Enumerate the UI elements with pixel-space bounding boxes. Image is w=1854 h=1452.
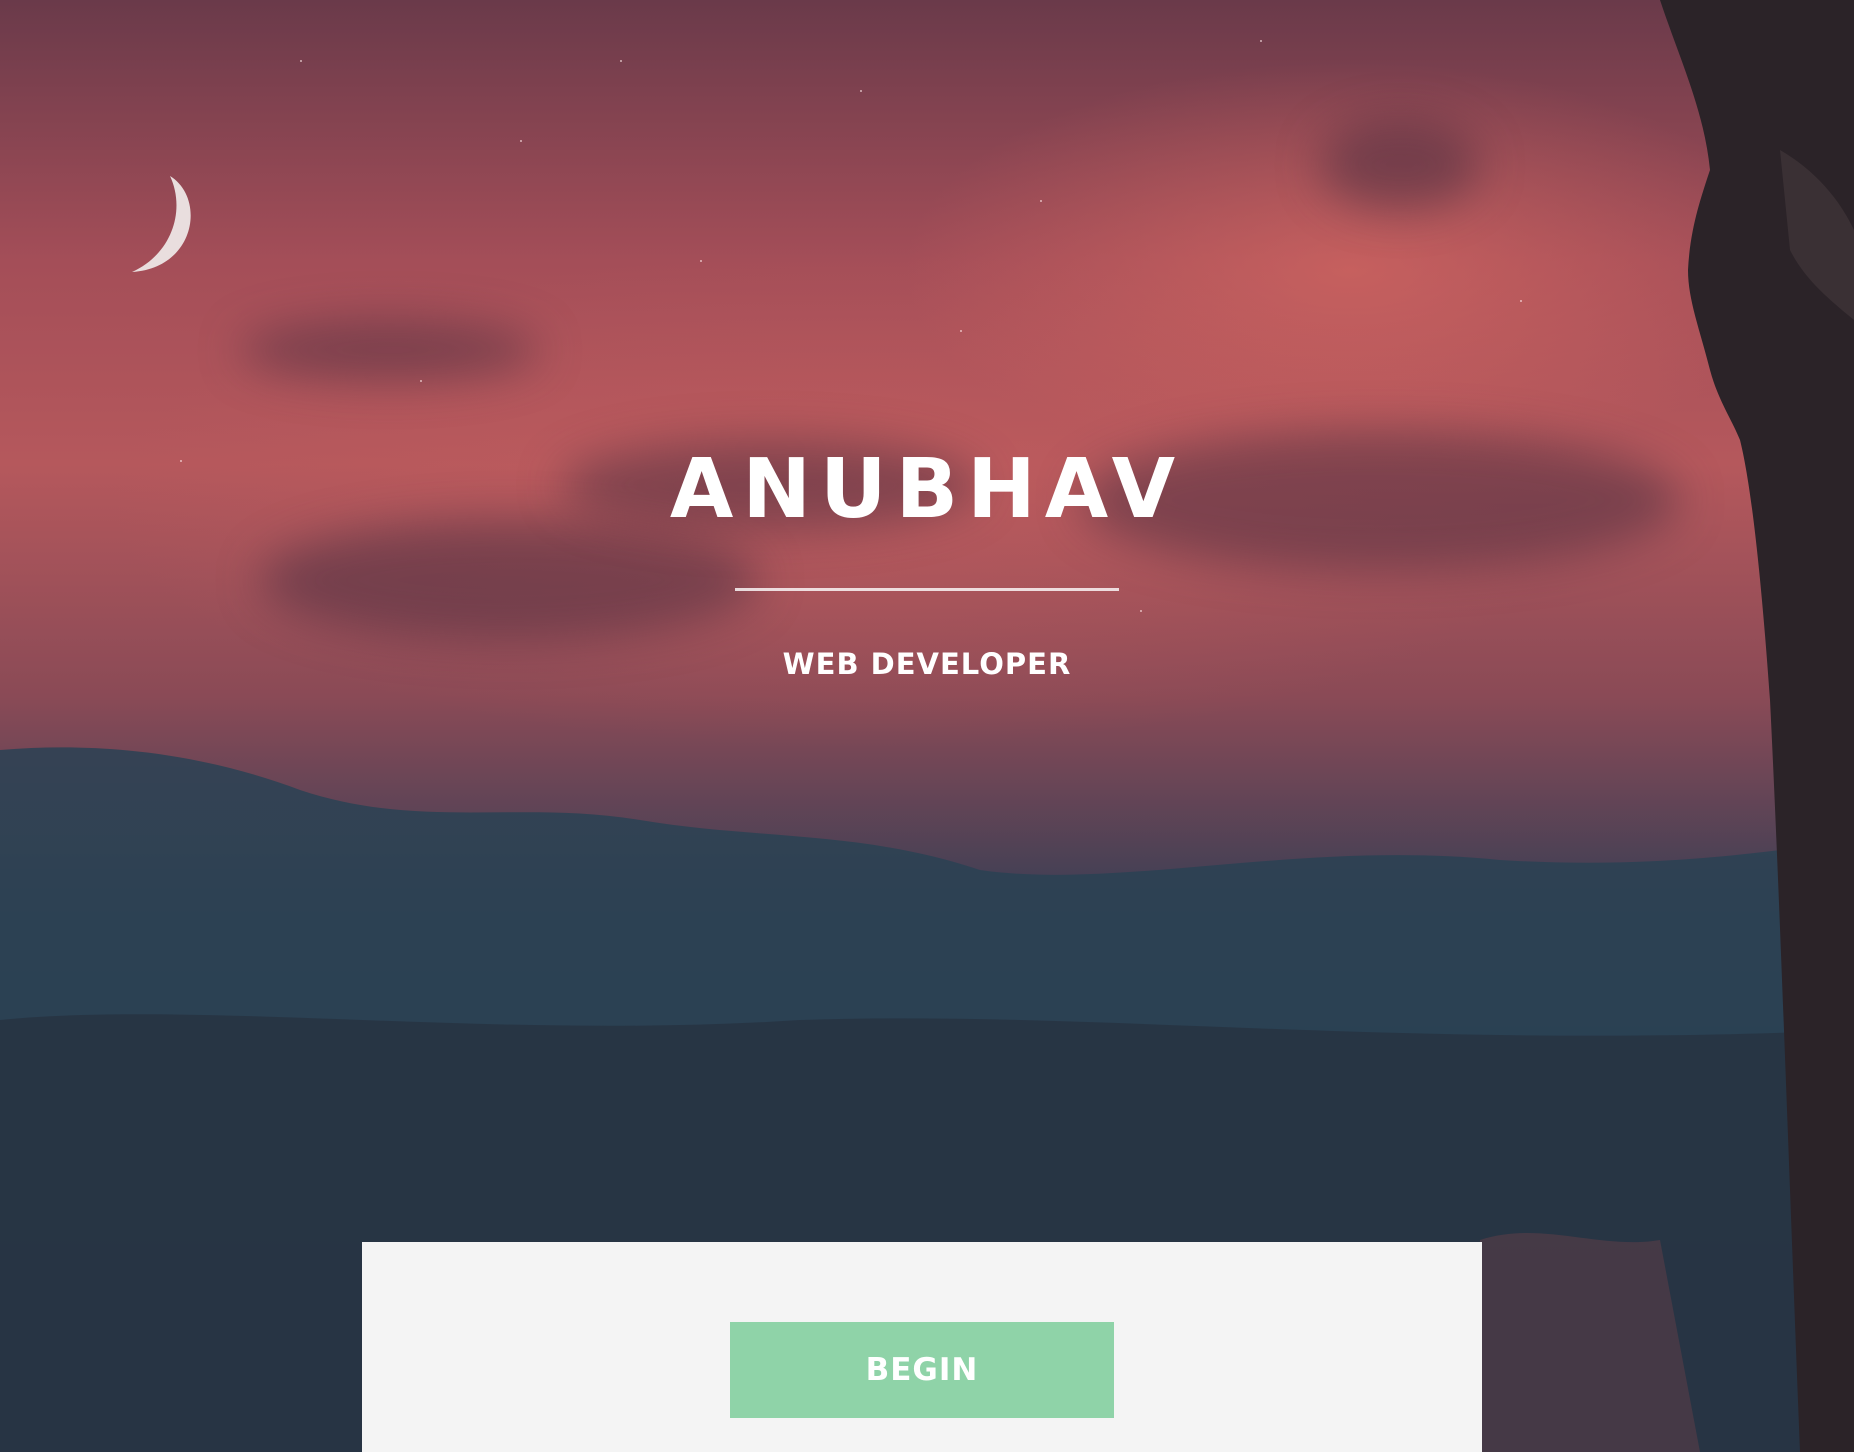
star [420,380,422,382]
star [620,60,622,62]
crescent-moon-icon [120,172,200,277]
cta-panel: BEGIN [362,1242,1482,1452]
person-silhouette [1640,0,1854,1452]
cloud [240,320,540,380]
star [520,140,522,142]
star [300,60,302,62]
cloud [1320,120,1480,210]
star [1260,40,1262,42]
begin-button[interactable]: BEGIN [730,1322,1114,1418]
star [960,330,962,332]
star [1520,300,1522,302]
hero-title: ANUBHAV [669,442,1185,537]
hero-section: ANUBHAV WEB DEVELOPER [0,440,1854,681]
landing-page: ANUBHAV WEB DEVELOPER BEGIN [0,0,1854,1452]
star [860,90,862,92]
hero-divider [735,588,1119,591]
hero-subtitle: WEB DEVELOPER [782,647,1072,681]
star [700,260,702,262]
star [1040,200,1042,202]
